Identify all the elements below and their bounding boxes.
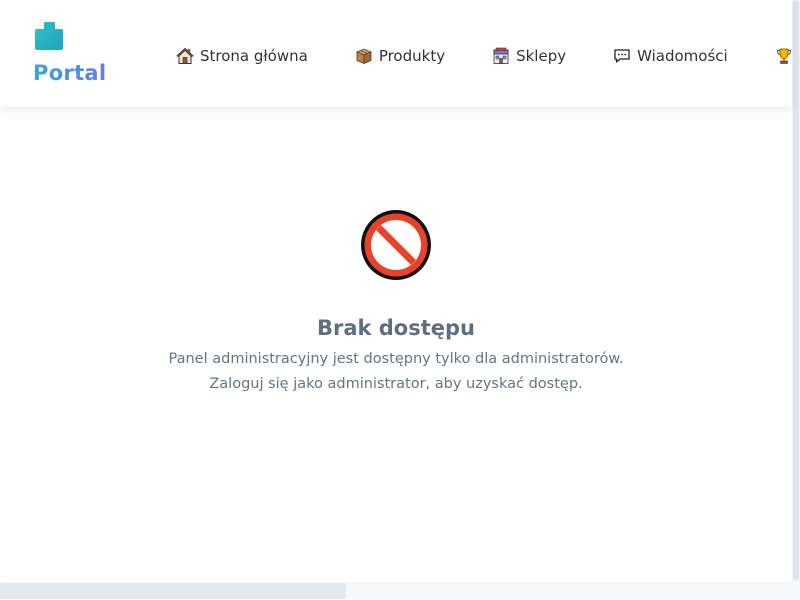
horizontal-scrollbar-thumb[interactable] (0, 583, 346, 599)
prohibited-icon (361, 210, 431, 280)
vertical-scrollbar[interactable] (792, 0, 800, 582)
vertical-scrollbar-thumb[interactable] (793, 0, 799, 580)
logo-mark-icon (35, 22, 63, 50)
nav-item-messages[interactable]: Wiadomości (613, 47, 728, 65)
brand-logo[interactable]: Portal (33, 22, 113, 92)
page: Portal Strona główna Produkty Sklepy Wia… (0, 0, 800, 600)
nav-label-messages: Wiadomości (637, 47, 728, 65)
nav-item-products[interactable]: Produkty (355, 47, 445, 65)
access-denied-message-line2: Zaloguj się jako administrator, aby uzys… (209, 376, 583, 392)
nav-label-home: Strona główna (200, 47, 308, 65)
home-icon (176, 47, 194, 64)
message-icon (614, 49, 630, 63)
box-icon (355, 48, 372, 65)
nav-item-ranking[interactable] (775, 47, 799, 65)
brand-name: Portal (33, 61, 107, 85)
top-navbar: Portal Strona główna Produkty Sklepy Wia… (0, 0, 792, 108)
main-nav: Strona główna Produkty Sklepy Wiadomości (176, 44, 799, 68)
access-denied-title: Brak dostępu (316, 316, 476, 340)
access-denied-panel: Brak dostępu Panel administracyjny jest … (0, 108, 792, 582)
trophy-icon (776, 48, 791, 64)
store-icon (493, 47, 509, 64)
nav-label-products: Produkty (378, 47, 446, 65)
horizontal-scrollbar[interactable] (0, 582, 800, 600)
nav-item-stores[interactable]: Sklepy (492, 47, 566, 65)
nav-label-stores: Sklepy (516, 47, 567, 65)
access-denied-message-line1: Panel administracyjny jest dostępny tylk… (168, 351, 624, 367)
nav-item-home[interactable]: Strona główna (176, 47, 308, 65)
